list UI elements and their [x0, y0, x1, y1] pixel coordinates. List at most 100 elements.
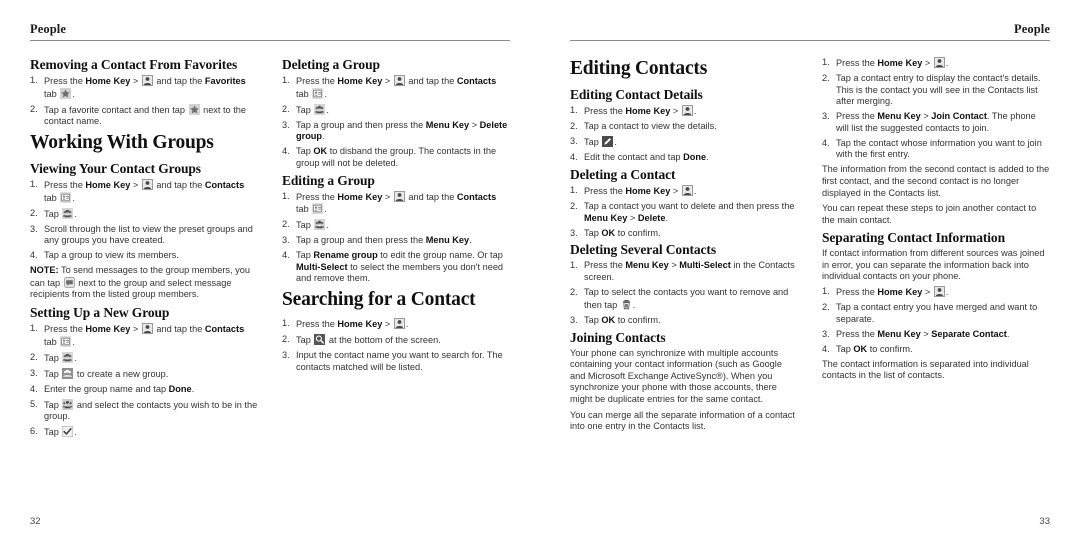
list-item: Edit the contact and tap Done. [570, 151, 709, 163]
list-item: Tap and select the contacts you wish to … [30, 398, 258, 422]
heading-setting-up-a-new-group: Setting Up a New Group [30, 305, 170, 321]
list-item: Tap OK to confirm. [822, 343, 913, 355]
list-item: Tap Rename group to edit the group name.… [282, 250, 504, 284]
contacts-app-icon [681, 184, 693, 196]
list-item: Tap . [30, 351, 77, 363]
edit-pencil-icon [602, 135, 614, 147]
list-item: Press the Home Key > . [822, 57, 949, 68]
list-item: Tap a contact entry to display the conta… [822, 72, 1041, 107]
list-item: Tap . [570, 135, 617, 147]
steps-setting-up-a-new-group: Press the Home Key > and tap the Contact… [30, 323, 258, 439]
heading-deleting-several-contacts: Deleting Several Contacts [570, 242, 716, 258]
search-icon [314, 334, 326, 346]
steps-deleting-a-contact: Press the Home Key > . Tap a contact you… [570, 184, 798, 239]
steps-separating-contact-information: Press the Home Key > . Tap a contact ent… [822, 286, 1050, 355]
heading-editing-a-group: Editing a Group [282, 172, 375, 188]
list-item: Press the Home Key > and tap the Contact… [282, 190, 497, 215]
heading-editing-contact-details: Editing Contact Details [570, 87, 703, 102]
list-item: Tap OK to confirm. [570, 227, 661, 239]
groups-icon [62, 207, 74, 219]
contacts-app-icon [681, 105, 693, 116]
heading-working-with-groups: Working With Groups [30, 132, 214, 154]
contacts-tab-icon [60, 191, 72, 203]
note-viewing-groups: NOTE: To send messages to the group memb… [30, 265, 250, 300]
page-right: People Editing Contacts Editing Contact … [540, 0, 1080, 539]
contacts-app-icon [393, 190, 405, 202]
contacts-app-icon [933, 57, 945, 68]
paragraph-joining-repeat: You can repeat these steps to join anoth… [822, 203, 1037, 225]
heading-viewing-your-contact-groups: Viewing Your Contact Groups [30, 161, 201, 177]
right-column-2: Press the Home Key > . Tap a contact ent… [822, 57, 1050, 523]
list-item: Tap a favorite contact and then tap next… [30, 103, 246, 127]
list-item: Tap a contact entry you have merged and … [822, 302, 1038, 324]
steps-deleting-a-group: Press the Home Key > and tap the Contact… [282, 75, 510, 169]
running-head-right-wrap: People [570, 22, 1050, 41]
heading-deleting-a-contact: Deleting a Contact [570, 166, 676, 182]
list-item: Press the Home Key > . [822, 286, 949, 298]
list-item: Press the Home Key > . [570, 105, 697, 116]
list-item: Scroll through the list to view the pres… [30, 223, 253, 246]
new-group-icon [62, 367, 74, 379]
steps-viewing-your-contact-groups: Press the Home Key > and tap the Contact… [30, 179, 258, 262]
contacts-app-icon [141, 75, 153, 86]
left-column-2: Deleting a Group Press the Home Key > an… [282, 57, 510, 523]
running-head-left: People [30, 22, 67, 36]
list-item: Tap a group to view its members. [30, 250, 179, 261]
list-item: Tap to create a new group. [30, 367, 169, 379]
list-item: Tap at the bottom of the screen. [282, 334, 441, 346]
list-item: Press the Menu Key > Separate Contact. [822, 328, 1010, 340]
paragraph-joining-result: The information from the second contact … [822, 164, 1050, 198]
heading-removing-contact-from-favorites: Removing a Contact From Favorites [30, 57, 238, 72]
document-spread: People Removing a Contact From Favorites… [0, 0, 1080, 539]
right-column-1: Editing Contacts Editing Contact Details… [570, 57, 798, 523]
message-group-icon [63, 276, 75, 288]
heading-separating-contact-information: Separating Contact Information [822, 230, 1005, 246]
columns-right: Editing Contacts Editing Contact Details… [570, 57, 1050, 523]
contacts-app-icon [393, 318, 405, 330]
steps-removing-contact-from-favorites: Press the Home Key > and tap the Favorit… [30, 75, 258, 128]
contacts-tab-icon [60, 335, 72, 347]
heading-searching-for-a-contact: Searching for a Contact [282, 289, 476, 311]
list-item: Tap a group and then press the Menu Key … [282, 119, 508, 142]
list-item: Press the Menu Key > Join Contact. The p… [822, 111, 1036, 133]
list-item: Tap . [282, 219, 329, 231]
list-item: Input the contact name you want to searc… [282, 350, 503, 372]
left-column-1: Removing a Contact From Favorites Press … [30, 57, 258, 523]
star-icon [188, 103, 200, 115]
contacts-tab-icon [312, 87, 324, 99]
add-members-icon [62, 398, 74, 410]
contacts-app-icon [141, 323, 153, 335]
running-head-left-wrap: People [30, 22, 510, 41]
paragraph-joining-intro: Your phone can synchronize with multiple… [570, 347, 782, 404]
heading-deleting-a-group: Deleting a Group [282, 57, 380, 72]
header-rule-right [570, 40, 1050, 41]
list-item: Press the Home Key > and tap the Contact… [30, 323, 245, 347]
heading-editing-contacts: Editing Contacts [570, 58, 708, 79]
header-rule-left [30, 40, 510, 41]
note-label: NOTE: [30, 265, 59, 276]
paragraph-separating-intro: If contact information from different so… [822, 248, 1045, 282]
list-item: Enter the group name and tap Done. [30, 383, 195, 395]
list-item: Press the Home Key > . [282, 318, 409, 330]
groups-icon [314, 103, 326, 115]
contacts-app-icon [141, 179, 153, 191]
star-icon [60, 87, 72, 99]
running-head-right: People [1013, 22, 1050, 36]
list-item: Tap . [30, 426, 77, 438]
trash-icon [621, 299, 632, 310]
groups-icon [62, 351, 74, 363]
list-item: Press the Home Key > and tap the Favorit… [30, 75, 246, 99]
list-item: Tap the contact whose information you wa… [822, 137, 1042, 160]
steps-joining-contacts: Press the Home Key > . Tap a contact ent… [822, 57, 1050, 161]
steps-editing-contact-details: Press the Home Key > . Tap a contact to … [570, 105, 798, 164]
paragraph-joining-merge: You can merge all the separate informati… [570, 409, 795, 432]
list-item: Tap OK to confirm. [570, 314, 661, 326]
list-item: Tap a contact you want to delete and the… [570, 200, 795, 223]
list-item: Tap to select the contacts you want to r… [570, 287, 789, 310]
list-item: Tap a contact to view the details. [570, 120, 717, 132]
page-number-right: 33 [1039, 516, 1050, 527]
list-item: Tap a group and then press the Menu Key. [282, 235, 472, 246]
steps-searching-for-a-contact: Press the Home Key > . Tap at the bottom… [282, 318, 510, 373]
groups-icon [314, 219, 326, 231]
columns-left: Removing a Contact From Favorites Press … [30, 57, 510, 523]
